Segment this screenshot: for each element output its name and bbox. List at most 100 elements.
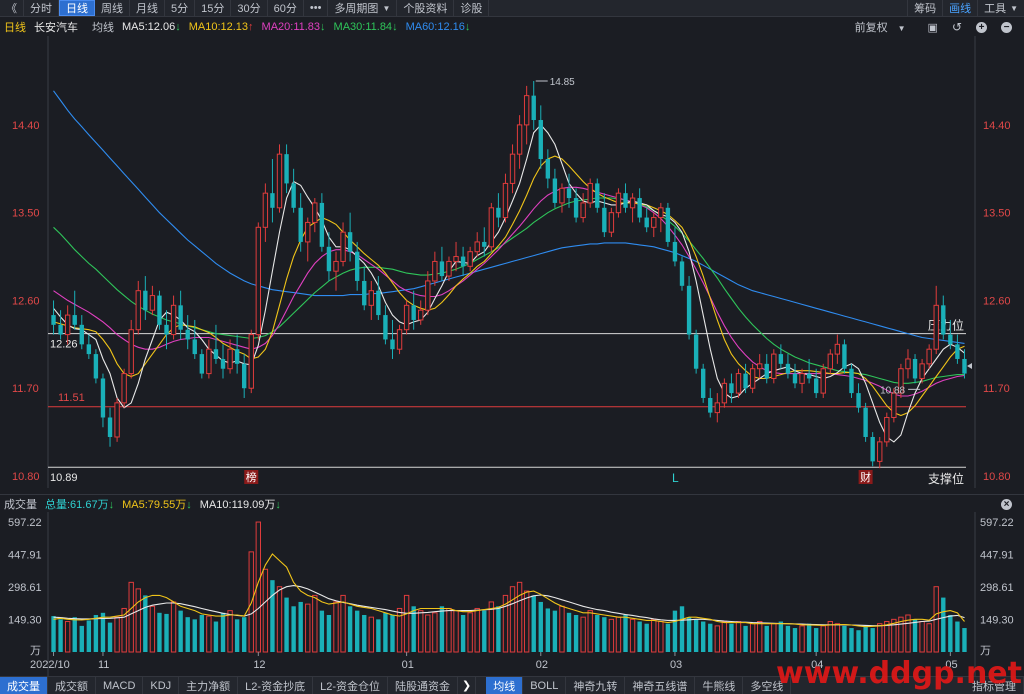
candle-body-down [552,178,558,203]
top-toolbar: 《 分时 日线 周线 月线 5分 15分 30分 60分 ••• 多周期图 ▼ … [0,0,1024,17]
signal-marker-l: L [672,471,679,485]
diagnose-button[interactable]: 诊股 [454,0,490,16]
volume-unit-label-right: 万 [980,645,991,657]
candle-body-up [721,382,728,404]
candle-body-up [262,192,269,228]
candle-body-up [206,348,212,375]
candle-body-down [870,436,875,462]
multi-period-dropdown[interactable]: 多周期图 ▼ [328,0,398,16]
lock-icon[interactable]: ▣ [928,21,938,34]
tab-bull-bear[interactable]: 牛熊线 [695,677,744,694]
tab-volume[interactable]: 成交量 [0,677,48,694]
volume-bar-up [170,601,177,653]
period-tab-monthly[interactable]: 月线 [130,0,165,16]
tools-dropdown[interactable]: 工具 ▼ [977,0,1024,16]
candle-body-down [72,315,77,325]
zoom-in-icon[interactable]: + [976,21,987,33]
tab-l2-bottom[interactable]: L2-资金抄底 [238,677,314,694]
period-tab-daily[interactable]: 日线 [59,0,95,16]
stock-profile-button[interactable]: 个股资料 [397,0,455,16]
adjust-dropdown[interactable]: 前复权 ▼ [855,19,914,35]
volume-bar-up [756,621,763,653]
candle-body-up [312,202,318,223]
candle-body-down [538,120,543,160]
candle-body-up [615,192,622,214]
period-tab-weekly[interactable]: 周线 [95,0,130,16]
candle-body-up [523,95,530,126]
candle-body-down [566,188,572,199]
zoom-out-icon[interactable]: − [1001,21,1012,33]
candle-body-down [743,373,748,389]
volume-bar-down [164,613,169,652]
tab-five-lines[interactable]: 神奇五线谱 [625,677,696,694]
candle-body-up [820,368,826,394]
candle-body-up [905,358,911,370]
volume-bar-down [672,610,678,652]
tab-boll[interactable]: BOLL [523,677,567,694]
date-label: 12 [253,659,265,671]
tab-main-net-flow[interactable]: 主力净额 [179,677,239,694]
volume-bar-up [799,625,805,653]
indicator-manage-button[interactable]: 指标管理 [965,677,1024,694]
candle-body-up [128,329,134,375]
candle-body-up [425,280,431,311]
volume-bar-up [446,607,452,653]
candle-body-down [79,324,84,345]
candle-body-down [291,183,296,208]
volume-chart[interactable]: 597.22 597.22 447.91 447.91 298.61 298.61 149.… [0,512,1024,676]
candle-body-up [651,217,657,228]
volume-bar-down [573,614,579,652]
volume-bar-up [114,616,120,653]
volume-ma10-label: MA10:119.09万↓ [199,498,281,511]
tab-macd[interactable]: MACD [96,677,144,694]
volume-bar-down [220,612,226,652]
period-tab-15min[interactable]: 15分 [195,0,232,16]
tab-turnover[interactable]: 成交额 [48,677,96,694]
candle-body-down [785,363,791,374]
close-icon[interactable]: × [1001,498,1012,510]
date-label: 01 [402,659,414,671]
tab-kdj[interactable]: KDJ [143,677,180,694]
back-button[interactable]: 《 [0,0,24,16]
volume-bar-down [354,610,360,652]
period-tab-5min[interactable]: 5分 [165,0,196,16]
candle-body-down [806,373,812,379]
volume-tick-label-left: 597.22 [8,517,42,529]
candlestick-chart[interactable]: 14.40 14.40 13.50 13.50 12.60 12.60 11.70 11.70… [0,36,1024,494]
stock-name: 长安汽车 [34,22,78,34]
volume-bar-up [735,621,742,653]
undo-icon[interactable]: ↺ [952,20,962,34]
candle-body-up [827,353,833,370]
volume-bar-down [79,625,84,652]
tab-l2-position[interactable]: L2-资金仓位 [313,677,388,694]
volume-bar-down [644,623,649,652]
tab-scroll-right-icon[interactable]: ❯ [458,677,477,694]
moving-average-selector[interactable]: 均线 [92,19,114,35]
volume-tick-label-left: 447.91 [8,550,42,562]
chip-distribution-button[interactable]: 筹码 [907,0,942,16]
support-resistance-lines: 12.26 11.51 10.89 压力位支撑位 [48,318,966,486]
candle-body-up [64,314,71,336]
tab-nine-turns[interactable]: 神奇九转 [566,677,626,694]
tab-northbound[interactable]: 陆股通资金 [388,677,458,694]
tab-long-short[interactable]: 多空线 [743,677,792,694]
more-periods-button[interactable]: ••• [304,0,329,16]
period-tab-intraday[interactable]: 分时 [24,0,59,16]
draw-line-button[interactable]: 画线 [942,0,977,16]
price-tick-label-left: 10.80 [12,471,40,483]
volume-bar-up [658,621,664,653]
ma10-label: MA10:12.13↑ [188,21,254,33]
volume-bar-up [827,621,833,653]
volume-bar-up [714,625,721,653]
volume-bar-down [764,625,769,652]
candle-body-down [58,324,63,335]
candle-body-down [686,285,692,335]
volume-bar-up [262,568,269,653]
period-tab-60min[interactable]: 60分 [268,0,304,16]
ma60-label: MA60:12.16↓ [405,21,471,33]
volume-bar-down [792,628,798,652]
candle-body-up [276,153,283,209]
tab-average-line[interactable]: 均线 [486,677,524,694]
candle-body-up [749,368,756,389]
period-tab-30min[interactable]: 30分 [231,0,268,16]
